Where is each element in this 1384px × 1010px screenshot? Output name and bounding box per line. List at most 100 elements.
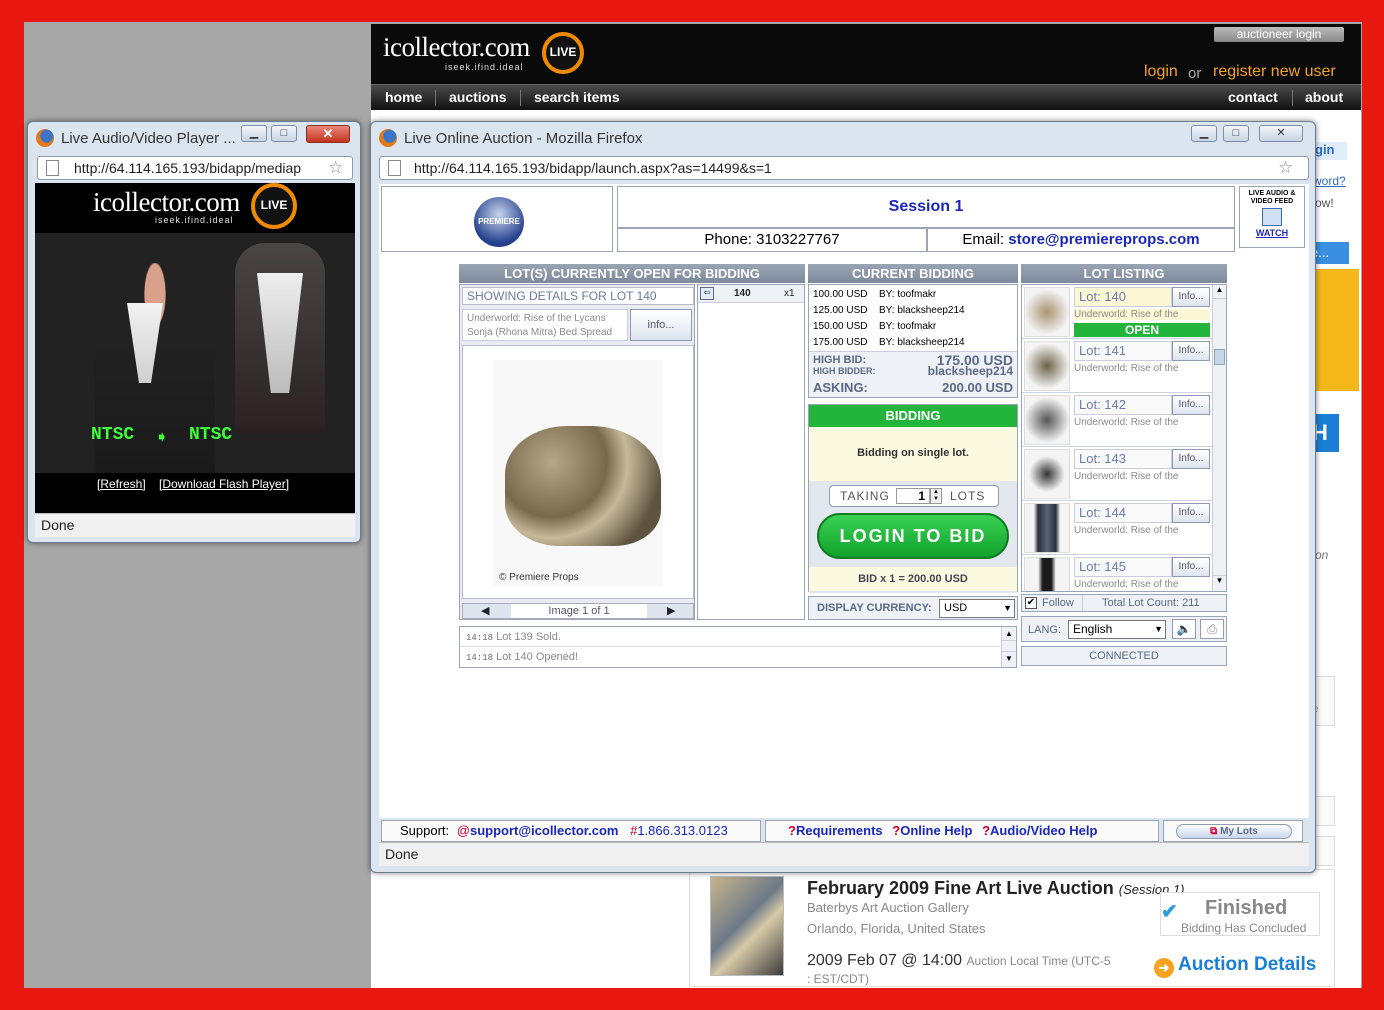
currency-value: USD — [944, 602, 968, 614]
finished-label: Finished — [1205, 897, 1288, 919]
lot-thumbnail[interactable] — [1024, 341, 1070, 391]
login-to-bid-button[interactable]: LOGIN TO BID — [817, 513, 1009, 559]
scroll-up-icon[interactable]: ▲ — [1002, 627, 1016, 641]
video-feed-box[interactable]: LIVE AUDIO & VIDEO FEED WATCH — [1239, 186, 1305, 248]
auction-listing-card[interactable]: February 2009 Fine Art Live Auction (Ses… — [689, 869, 1335, 987]
auction-url-bar[interactable]: http://64.114.165.193/bidapp/launch.aspx… — [379, 156, 1309, 180]
bookmark-star-icon[interactable]: ☆ — [328, 157, 343, 179]
lot-card[interactable]: Lot: 142 Info... Underworld: Rise of the — [1022, 393, 1212, 447]
phone-label: Phone: — [704, 231, 752, 248]
maximize-button[interactable]: □ — [1223, 125, 1249, 142]
bookmark-star-icon[interactable]: ☆ — [1278, 157, 1293, 179]
nav-auctions[interactable]: auctions — [449, 89, 507, 105]
showing-details-label: SHOWING DETAILS FOR LOT 140 — [462, 287, 694, 305]
language-select[interactable]: English ▼ — [1068, 620, 1166, 639]
lot-info-button[interactable]: Info... — [1172, 449, 1210, 469]
lot-thumbnail[interactable] — [1024, 449, 1070, 499]
open-lot-row[interactable]: ⇦ 140 x1 — [698, 285, 804, 303]
requirements-link[interactable]: Requirements — [796, 823, 883, 838]
ntsc-overlay-right: NTSC — [189, 425, 233, 445]
scroll-down-icon[interactable]: ▼ — [1002, 651, 1016, 665]
lot-card[interactable]: Lot: 143 Info... Underworld: Rise of the — [1022, 447, 1212, 501]
auction-details-link[interactable]: Auction Details — [1178, 954, 1316, 976]
my-lots-label: My Lots — [1220, 826, 1258, 837]
currency-select[interactable]: USD ▼ — [939, 599, 1015, 618]
side-snippet[interactable]: word? — [1313, 174, 1346, 188]
lot-thumbnail[interactable] — [1024, 287, 1070, 337]
lot-thumbnail[interactable] — [1024, 395, 1070, 445]
lot-info-button[interactable]: Info... — [1172, 287, 1210, 307]
scroll-thumb[interactable] — [1214, 349, 1225, 365]
prev-image-arrow[interactable]: ◀ — [481, 604, 489, 617]
seller-logo-box: PREMIERE PROPS — [381, 186, 613, 276]
lot-card[interactable]: Lot: 140 Info... Underworld: Rise of the… — [1022, 285, 1212, 339]
auctioneer-login-button[interactable]: auctioneer login — [1214, 27, 1344, 42]
log-message: Lot 139 Sold. — [496, 631, 561, 643]
close-button[interactable]: ✕ — [306, 125, 350, 143]
refresh-link[interactable]: [Refresh] — [97, 477, 146, 491]
listing-title[interactable]: February 2009 Fine Art Live Auction (Ses… — [807, 878, 1185, 899]
scroll-up-icon[interactable]: ▲ — [1213, 285, 1226, 299]
lot-card[interactable]: Lot: 141 Info... Underworld: Rise of the — [1022, 339, 1212, 393]
lot-info-button[interactable]: Info... — [1172, 341, 1210, 361]
nav-search-items[interactable]: search items — [534, 89, 620, 105]
auction-url-text: http://64.114.165.193/bidapp/launch.aspx… — [414, 160, 772, 176]
finished-box: ✔ Finished Bidding Has Concluded — [1160, 892, 1320, 936]
select-lot-icon[interactable]: ⇦ — [700, 287, 714, 300]
live-badge-text: LIVE — [549, 45, 577, 59]
player-url-bar[interactable]: http://64.114.165.193/bidapp/mediap ☆ — [37, 156, 353, 180]
support-email-link[interactable]: support@icollector.com — [470, 823, 618, 838]
lot-thumbnail[interactable] — [1024, 557, 1070, 591]
side-snippet[interactable]: e... — [1311, 242, 1349, 264]
lot-info-button[interactable]: Info... — [1172, 503, 1210, 523]
quantity-input[interactable]: 1 — [896, 488, 930, 504]
watch-link[interactable]: WATCH — [1240, 228, 1304, 238]
online-help-link[interactable]: Online Help — [900, 823, 972, 838]
seller-email-link[interactable]: store@premiereprops.com — [1008, 231, 1199, 248]
nav-contact[interactable]: contact — [1228, 89, 1278, 105]
site-logo[interactable]: icollector.com iseek.ifind.ideal — [383, 32, 530, 72]
language-bar: LANG: English ▼ 🔈 ⎙ — [1021, 616, 1227, 642]
arrow-right-icon[interactable]: ➜ — [1154, 958, 1174, 978]
lot-info-button[interactable]: info... — [630, 309, 692, 341]
taking-label: TAKING — [840, 489, 890, 503]
log-row: 14:18 Lot 139 Sold. — [460, 627, 1000, 647]
lot-listing-scrollbar[interactable]: ▲ ▼ — [1212, 285, 1226, 591]
side-snippet[interactable]: gin — [1315, 142, 1347, 160]
bid-bidder: BY: toofmakr — [879, 321, 937, 332]
printer-icon[interactable]: ⎙ — [1200, 619, 1224, 639]
log-row: 14:18 Lot 140 Opened! — [460, 647, 1000, 667]
av-help-link[interactable]: Audio/Video Help — [990, 823, 1097, 838]
close-button[interactable]: ✕ — [1259, 125, 1303, 142]
next-image-arrow[interactable]: ▶ — [667, 604, 675, 617]
listing-thumbnail[interactable] — [710, 876, 784, 976]
sound-icon[interactable]: 🔈 — [1172, 619, 1196, 639]
minimize-button[interactable]: ▁ — [1191, 125, 1217, 142]
scroll-down-icon[interactable]: ▼ — [1213, 575, 1226, 585]
lot-info-button[interactable]: Info... — [1172, 557, 1210, 577]
log-time: 14:18 — [466, 633, 494, 643]
my-lots-button[interactable]: ⧉ My Lots — [1176, 824, 1292, 839]
lot-image-box[interactable]: © Premiere Props — [462, 345, 694, 599]
bid-amount: 100.00 USD — [813, 289, 868, 300]
phone-value: 3103227767 — [756, 231, 840, 248]
video-frame[interactable]: NTSC ➧ NTSC — [35, 233, 355, 473]
follow-checkbox[interactable]: ✔ — [1025, 597, 1037, 609]
nav-about[interactable]: about — [1305, 89, 1343, 105]
lots-label: LOTS — [950, 489, 986, 503]
nav-home[interactable]: home — [385, 89, 422, 105]
lang-label: LANG: — [1028, 624, 1062, 636]
lot-card[interactable]: Lot: 145 Info... Underworld: Rise of the — [1022, 555, 1212, 591]
lot-thumbnail[interactable] — [1024, 503, 1070, 553]
log-scrollbar[interactable]: ▲ ▼ — [1001, 627, 1016, 667]
lot-label: Lot: 140 — [1074, 287, 1172, 307]
quantity-stepper[interactable]: ▲ ▼ — [930, 488, 942, 504]
login-link[interactable]: login — [1144, 63, 1178, 81]
maximize-button[interactable]: □ — [271, 125, 297, 142]
lot-info-button[interactable]: Info... — [1172, 395, 1210, 415]
minimize-button[interactable]: ▁ — [241, 125, 267, 142]
listing-time-note-2: : EST/CDT) — [807, 972, 869, 986]
download-flash-link[interactable]: [Download Flash Player] — [159, 477, 289, 491]
lot-card[interactable]: Lot: 144 Info... Underworld: Rise of the — [1022, 501, 1212, 555]
register-link[interactable]: register new user — [1213, 63, 1336, 81]
